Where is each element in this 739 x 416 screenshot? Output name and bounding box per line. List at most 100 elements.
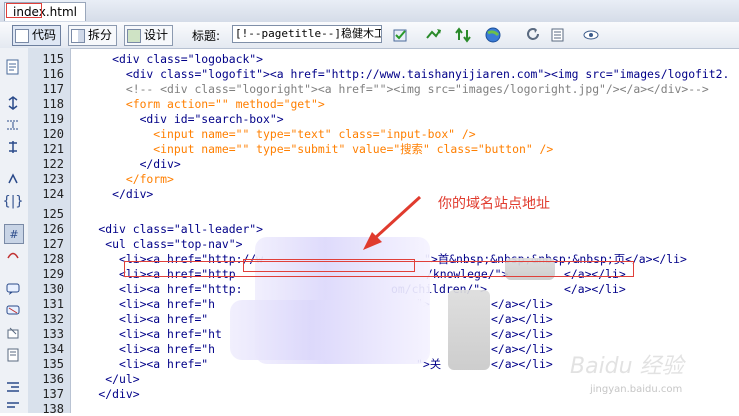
line-number: 117 bbox=[42, 82, 64, 96]
line-number: 123 bbox=[42, 172, 64, 186]
line-number: 130 bbox=[42, 282, 64, 296]
code-line[interactable]: </div> bbox=[71, 157, 181, 172]
code-line[interactable]: </ul> bbox=[71, 372, 139, 387]
refresh-icon[interactable] bbox=[524, 26, 542, 44]
line-number: 128 bbox=[42, 252, 64, 266]
code-segment: <li><a href=" bbox=[71, 357, 209, 371]
line-number: 121 bbox=[42, 142, 64, 156]
code-segment: <div class="logofit"><a href="http://www… bbox=[71, 67, 552, 81]
visual-aids-icon[interactable] bbox=[582, 26, 600, 44]
wrap-tag-icon[interactable] bbox=[4, 324, 22, 342]
refresh-design-icon[interactable] bbox=[454, 26, 472, 44]
highlight-invalid-code-icon[interactable] bbox=[4, 246, 22, 264]
redacted-region bbox=[230, 300, 430, 360]
collapse-tag-icon[interactable] bbox=[4, 94, 22, 112]
coding-toolbar: {|} # bbox=[0, 48, 29, 413]
file-management-icon[interactable] bbox=[392, 26, 410, 44]
line-number: 116 bbox=[42, 67, 64, 81]
code-line[interactable]: <li><a href="h </a></li> bbox=[71, 342, 553, 357]
redacted-region-gray bbox=[448, 290, 490, 370]
view-options-icon[interactable] bbox=[550, 26, 568, 44]
design-view-icon bbox=[127, 28, 141, 43]
line-number: 122 bbox=[42, 157, 64, 171]
line-number: 133 bbox=[42, 327, 64, 341]
code-segment: </a></li> bbox=[564, 282, 626, 296]
code-line[interactable]: <li><a href="ht </a></li> bbox=[71, 327, 553, 342]
collapse-selection-icon[interactable] bbox=[4, 116, 22, 134]
code-line[interactable]: <li><a href=" ">关 </a></li> bbox=[71, 357, 553, 372]
preview-browser-icon[interactable] bbox=[424, 26, 442, 44]
remove-comment-icon[interactable] bbox=[4, 302, 22, 320]
line-number: 135 bbox=[42, 357, 64, 371]
design-view-label: 设计 bbox=[144, 28, 169, 42]
balance-braces-icon[interactable]: {|} bbox=[3, 192, 24, 210]
design-view-button[interactable]: 设计 bbox=[124, 25, 174, 46]
split-view-label: 拆分 bbox=[88, 28, 113, 42]
line-number: 137 bbox=[42, 387, 64, 401]
indent-code-icon[interactable] bbox=[4, 378, 22, 396]
expand-all-icon[interactable] bbox=[4, 138, 22, 156]
code-line[interactable]: <div class="all-leader"> bbox=[71, 222, 263, 237]
code-line[interactable]: <div class="logoback"> bbox=[71, 52, 263, 67]
code-line[interactable]: <li><a href=" </a></li> bbox=[71, 312, 553, 327]
line-number: 115 bbox=[42, 52, 64, 66]
select-parent-tag-icon[interactable] bbox=[4, 170, 22, 188]
line-numbers-icon[interactable]: # bbox=[4, 224, 24, 244]
apply-comment-icon[interactable] bbox=[4, 280, 22, 298]
code-segment: </a></li> bbox=[491, 327, 553, 341]
line-number: 131 bbox=[42, 297, 64, 311]
title-label: 标题: bbox=[192, 29, 221, 43]
line-number-gutter: 115 116 117 118 119 120 121 122 123 124 … bbox=[28, 48, 71, 416]
line-number: 120 bbox=[42, 127, 64, 141]
code-line-input[interactable]: <input name="" type="text" class="input-… bbox=[71, 127, 475, 142]
line-number: 124 bbox=[42, 187, 64, 201]
code-line[interactable]: </div> bbox=[71, 187, 153, 202]
document-toolbar: 代码 拆分 设计 标题: [!--pagetitle--]稳健木工- bbox=[0, 22, 739, 49]
line-number: 134 bbox=[42, 342, 64, 356]
watermark-url: jingyan.baidu.com bbox=[590, 384, 683, 395]
code-line[interactable]: <div class="logofit"><a href="http://www… bbox=[71, 67, 730, 82]
code-view-icon bbox=[15, 28, 29, 43]
code-segment: </a></li> bbox=[491, 297, 553, 311]
code-view-button[interactable]: 代码 bbox=[12, 25, 62, 46]
line-number: 127 bbox=[42, 237, 64, 251]
code-segment: <li><a href="http: bbox=[71, 282, 243, 296]
code-segment: <li><a href="ht bbox=[71, 327, 222, 341]
line-number: 138 bbox=[42, 402, 64, 416]
code-segment: <li><a href=" bbox=[71, 312, 209, 326]
split-view-button[interactable]: 拆分 bbox=[68, 25, 118, 46]
code-segment: </a></li> bbox=[491, 342, 553, 356]
line-number: 126 bbox=[42, 222, 64, 236]
line-number: 119 bbox=[42, 112, 64, 126]
code-line-comment[interactable]: <!-- <div class="logoright"><a href=""><… bbox=[71, 82, 709, 97]
line-number: 136 bbox=[42, 372, 64, 386]
code-line[interactable]: <div id="search-box"> bbox=[71, 112, 284, 127]
code-line-form[interactable]: </form> bbox=[71, 172, 174, 187]
code-line[interactable]: </div> bbox=[71, 387, 139, 402]
code-segment: </a></li> bbox=[491, 312, 553, 326]
code-line-form[interactable]: <form action="" method="get"> bbox=[71, 97, 325, 112]
globe-icon[interactable] bbox=[484, 26, 502, 44]
annotation-label: 你的域名站点地址 bbox=[438, 196, 550, 212]
code-view-label: 代码 bbox=[32, 28, 57, 42]
code-line[interactable]: <ul class="top-nav"> bbox=[71, 237, 242, 252]
code-segment: <li><a href="h bbox=[71, 342, 216, 356]
outdent-code-icon[interactable] bbox=[4, 398, 22, 416]
line-number: 129 bbox=[42, 267, 64, 281]
title-input[interactable]: [!--pagetitle--]稳健木工- bbox=[232, 25, 382, 43]
split-view-icon bbox=[71, 28, 85, 43]
file-tab-highlight bbox=[6, 3, 42, 18]
line-number: 118 bbox=[42, 97, 64, 111]
line-number: 125 bbox=[42, 207, 64, 221]
code-segment: <img src="images/logofit2. bbox=[551, 67, 730, 81]
baidu-watermark: Baidu 经验 bbox=[570, 354, 684, 379]
code-line[interactable]: <li><a href="http: om/children/"> </a></li… bbox=[71, 282, 626, 297]
code-segment: <li><a href="h bbox=[71, 297, 216, 311]
open-documents-icon[interactable] bbox=[4, 58, 22, 76]
document-tab-bar: index.html bbox=[0, 0, 739, 23]
code-line-input[interactable]: <input name="" type="submit" value="搜索" … bbox=[71, 142, 553, 157]
code-line[interactable]: <li><a href="h"></a></li> bbox=[71, 297, 553, 312]
code-segment: </a></li> bbox=[491, 357, 553, 371]
line-highlight-box bbox=[124, 261, 634, 277]
recent-snippets-icon[interactable] bbox=[4, 346, 22, 364]
